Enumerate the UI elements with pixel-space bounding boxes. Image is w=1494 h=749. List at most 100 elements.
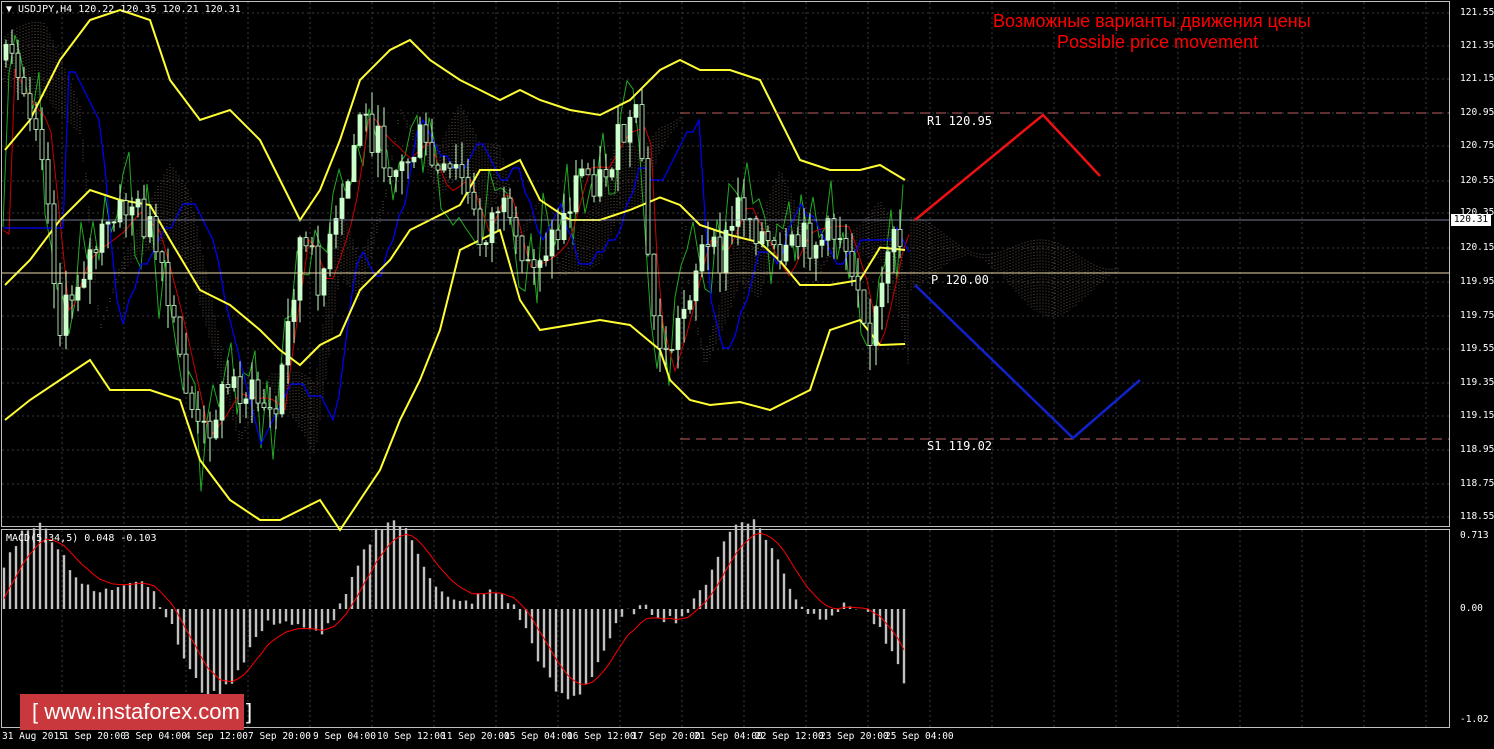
macd-histogram-bar bbox=[195, 609, 197, 678]
candle-body bbox=[754, 219, 758, 244]
macd-histogram-bar bbox=[309, 609, 311, 629]
macd-histogram-bar bbox=[831, 609, 833, 616]
candle-body bbox=[544, 256, 548, 261]
candle-body bbox=[166, 263, 170, 306]
time-axis-label: 4 Sep 12:00 bbox=[185, 731, 248, 742]
time-axis-label: 1 Sep 20:00 bbox=[63, 731, 126, 742]
candle-body bbox=[304, 238, 308, 246]
macd-histogram-bar bbox=[273, 609, 275, 625]
macd-histogram-bar bbox=[453, 600, 455, 609]
chart-menu-icon[interactable]: ▼ bbox=[6, 4, 12, 15]
macd-histogram-bar bbox=[753, 519, 755, 609]
macd-histogram-bar bbox=[561, 609, 563, 693]
bollinger-middle bbox=[5, 160, 905, 365]
candle-body bbox=[556, 230, 560, 240]
candle-body bbox=[460, 164, 464, 177]
candle-body bbox=[706, 245, 710, 247]
time-axis-label: 22 Sep 12:00 bbox=[755, 731, 824, 742]
candle-body bbox=[382, 126, 386, 168]
macd-histogram-bar bbox=[213, 609, 215, 691]
price-axis-label: 118.75 bbox=[1460, 478, 1494, 489]
macd-histogram-bar bbox=[669, 609, 671, 616]
price-axis-label: 120.55 bbox=[1460, 175, 1494, 186]
macd-histogram-bar bbox=[141, 581, 143, 609]
candle-body bbox=[784, 245, 788, 261]
candle-body bbox=[826, 219, 830, 241]
price-chart[interactable] bbox=[0, 0, 1494, 745]
forecast-down-path bbox=[915, 285, 1140, 438]
macd-histogram-bar bbox=[687, 609, 689, 613]
macd-histogram-bar bbox=[171, 609, 173, 624]
macd-histogram-bar bbox=[693, 598, 695, 609]
candle-body bbox=[844, 239, 848, 252]
candle-body bbox=[64, 295, 68, 335]
candle-body bbox=[340, 198, 344, 218]
candle-body bbox=[532, 260, 536, 268]
macd-histogram-bar bbox=[315, 609, 317, 631]
macd-histogram-bar bbox=[513, 604, 515, 609]
candle-body bbox=[682, 309, 686, 318]
macd-histogram-bar bbox=[291, 609, 293, 625]
price-axis-label: 119.55 bbox=[1460, 343, 1494, 354]
candle-body bbox=[28, 94, 32, 119]
candle-body bbox=[142, 199, 146, 237]
watermark-text: www.instaforex.com bbox=[44, 699, 240, 724]
price-axis-label: 119.35 bbox=[1460, 377, 1494, 388]
macd-histogram-bar bbox=[885, 609, 887, 644]
candle-body bbox=[34, 119, 38, 130]
time-axis-label: 3 Sep 04:00 bbox=[124, 731, 187, 742]
macd-histogram-bar bbox=[459, 601, 461, 609]
macd-histogram-bar bbox=[153, 591, 155, 609]
candle-body bbox=[886, 252, 890, 283]
macd-histogram-bar bbox=[105, 589, 107, 609]
macd-histogram-bar bbox=[729, 532, 731, 609]
symbol-info: USDJPY,H4 120.22 120.35 120.21 120.31 bbox=[18, 4, 241, 15]
macd-histogram-bar bbox=[123, 585, 125, 609]
macd-histogram-bar bbox=[567, 609, 569, 699]
candle-body bbox=[448, 164, 452, 168]
chart-window[interactable]: ▼ USDJPY,H4 120.22 120.35 120.21 120.31 … bbox=[0, 0, 1494, 745]
macd-histogram-bar bbox=[903, 609, 905, 683]
macd-histogram-bar bbox=[813, 609, 815, 614]
candle-body bbox=[568, 212, 572, 213]
macd-histogram-bar bbox=[663, 609, 665, 622]
price-axis-label: 120.75 bbox=[1460, 140, 1494, 151]
macd-histogram-bar bbox=[519, 609, 521, 620]
macd-histogram-bar bbox=[525, 609, 527, 628]
candle-body bbox=[514, 218, 518, 236]
candle-body bbox=[4, 44, 8, 60]
candle-body bbox=[88, 250, 92, 280]
candle-body bbox=[436, 165, 440, 170]
candle-body bbox=[478, 209, 482, 245]
candle-body bbox=[694, 271, 698, 301]
candle-body bbox=[46, 160, 50, 204]
candle-body bbox=[526, 260, 530, 261]
candle-body bbox=[286, 322, 290, 365]
macd-histogram-bar bbox=[639, 605, 641, 609]
candle-body bbox=[466, 178, 470, 193]
candle-body bbox=[610, 170, 614, 177]
candle-body bbox=[184, 354, 188, 393]
candle-body bbox=[442, 164, 446, 170]
macd-histogram-bar bbox=[399, 526, 401, 609]
green-indicator-line bbox=[3, 35, 903, 492]
macd-histogram-bar bbox=[93, 591, 95, 609]
candle-body bbox=[220, 384, 224, 420]
macd-histogram-bar bbox=[633, 609, 635, 614]
price-axis-label: 120.95 bbox=[1460, 107, 1494, 118]
candle-body bbox=[892, 229, 896, 251]
candle-body bbox=[736, 198, 740, 227]
macd-histogram-bar bbox=[339, 603, 341, 609]
macd-histogram-bar bbox=[219, 609, 221, 697]
macd-histogram-bar bbox=[795, 599, 797, 609]
candle-body bbox=[430, 142, 434, 165]
candle-body bbox=[664, 348, 668, 349]
candle-body bbox=[94, 250, 98, 253]
macd-histogram-bar bbox=[243, 609, 245, 663]
macd-histogram-bar bbox=[249, 609, 251, 647]
candle-body bbox=[676, 318, 680, 349]
macd-histogram-bar bbox=[435, 587, 437, 609]
macd-histogram-bar bbox=[129, 583, 131, 609]
macd-histogram-bar bbox=[237, 609, 239, 670]
macd-histogram-bar bbox=[225, 609, 227, 684]
